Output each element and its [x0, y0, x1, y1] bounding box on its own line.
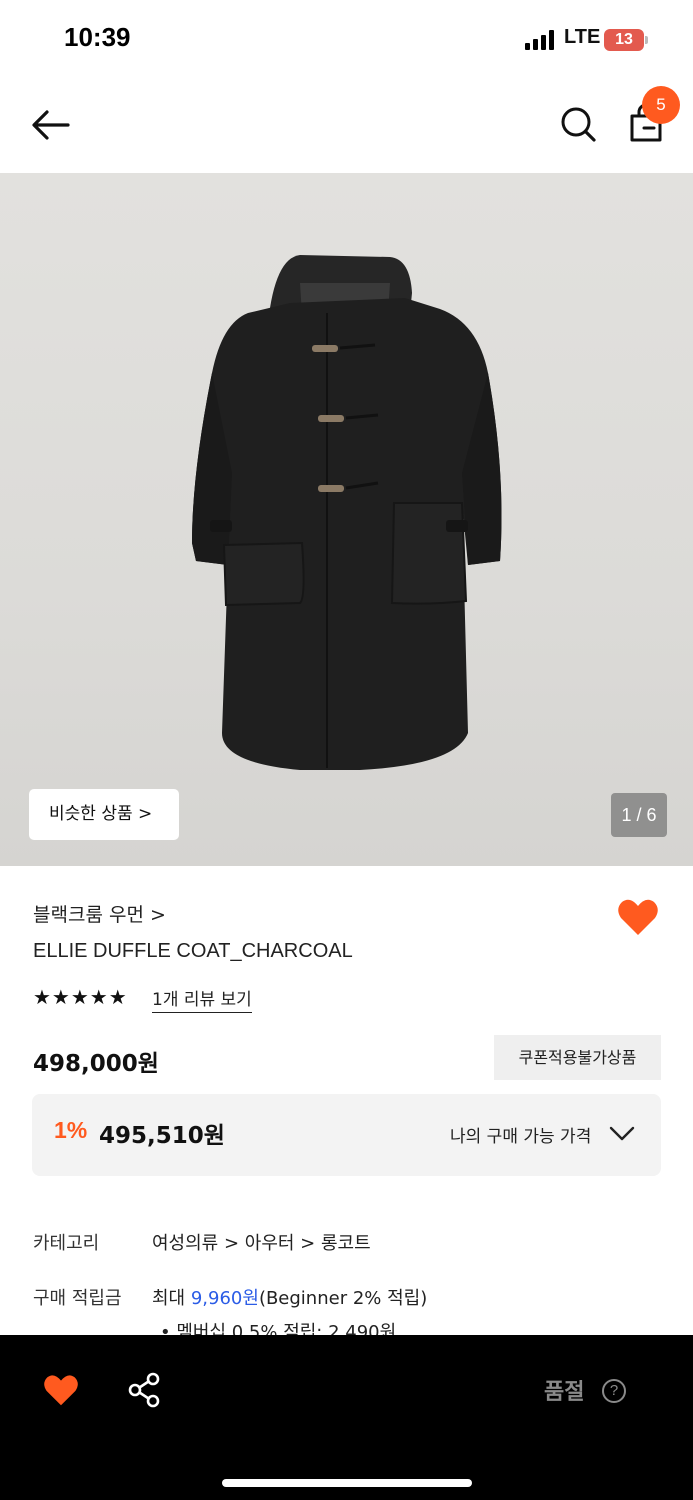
top-nav	[0, 80, 693, 172]
points-value: 9,960원	[190, 1288, 259, 1309]
status-bar: 10:39 LTE 13	[0, 0, 693, 80]
my-price-label: 나의 구매 가능 가격	[450, 1127, 592, 1147]
search-icon	[561, 107, 596, 142]
image-counter: 1 / 6	[611, 793, 667, 837]
battery-tip	[645, 36, 648, 44]
battery-level: 13	[615, 31, 633, 48]
points-label: 구매 적립금	[33, 1288, 122, 1309]
points-suffix: (Beginner 2% 적립)	[258, 1288, 428, 1309]
rating-stars: ★★★★★	[33, 985, 128, 1009]
product-name: ELLIE DUFFLE COAT_CHARCOAL	[33, 940, 353, 962]
back-arrow-icon	[32, 110, 70, 140]
search-button[interactable]	[556, 102, 600, 146]
share-button[interactable]	[126, 1371, 164, 1409]
discount-price: 495,510원	[99, 1123, 225, 1149]
my-price-dropdown[interactable]: 1% 495,510원 나의 구매 가능 가격	[32, 1094, 661, 1176]
cart-count-badge: 5	[642, 86, 680, 124]
heart-icon	[44, 1375, 78, 1406]
help-icon[interactable]: ?	[602, 1379, 626, 1403]
product-image[interactable]: 비슷한 상품 > 1 / 6	[0, 173, 693, 866]
bottom-wishlist-button[interactable]	[42, 1373, 80, 1407]
back-button[interactable]	[28, 102, 74, 148]
points-prefix: 최대	[152, 1288, 191, 1309]
discount-percent: 1%	[54, 1117, 88, 1143]
wishlist-button[interactable]	[617, 897, 659, 937]
bottom-action-bar: 품절 ?	[0, 1335, 693, 1500]
coupon-unavailable-tag: 쿠폰적용불가상품	[494, 1035, 661, 1080]
similar-products-button[interactable]: 비슷한 상품 >	[29, 789, 179, 840]
signal-icon	[525, 30, 557, 50]
sold-out-label: 품절	[544, 1380, 585, 1405]
heart-icon	[618, 899, 658, 935]
product-price: 498,000원	[33, 1051, 159, 1077]
points-info: 최대 9,960원(Beginner 2% 적립)	[152, 1284, 427, 1310]
category-label: 카테고리	[33, 1233, 100, 1254]
chevron-down-icon	[609, 1126, 635, 1141]
status-time: 10:39	[64, 22, 131, 52]
category-breadcrumb[interactable]: 여성의류 > 아우터 > 롱코트	[152, 1229, 371, 1255]
network-label: LTE	[564, 26, 601, 48]
review-link[interactable]: 1개 리뷰 보기	[152, 985, 252, 1013]
home-indicator	[222, 1479, 472, 1487]
coat-illustration	[192, 255, 502, 770]
battery-icon: 13	[604, 29, 644, 51]
share-icon	[128, 1372, 160, 1408]
brand-link[interactable]: 블랙크룸 우먼 >	[33, 900, 166, 927]
